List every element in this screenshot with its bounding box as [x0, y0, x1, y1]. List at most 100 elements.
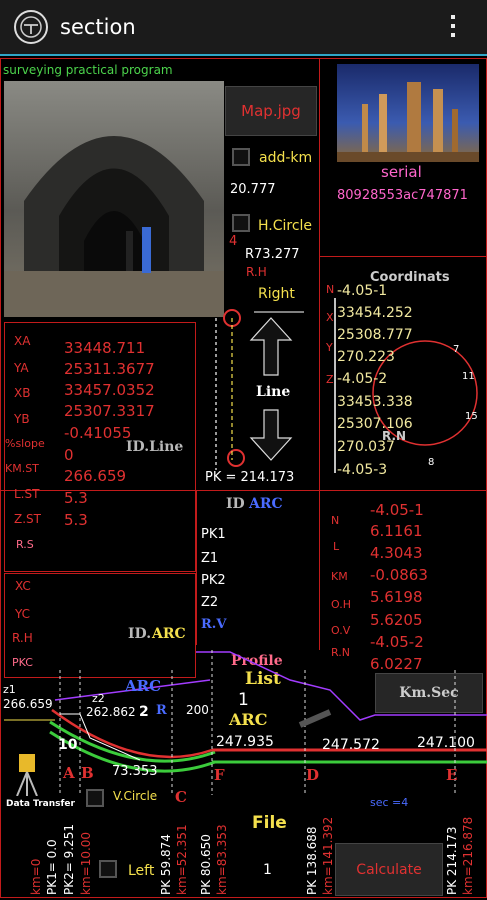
km-axis-label: km=141.392	[321, 816, 335, 895]
pk-item[interactable]: PK2	[201, 574, 226, 587]
id-arc-top-id: ID	[226, 496, 245, 512]
point-label: E	[446, 766, 458, 784]
line-value-input[interactable]: 5.3	[64, 513, 88, 528]
coord-value: 33454.252	[337, 305, 413, 321]
value-20777: 20.777	[230, 182, 276, 197]
coord-value: 33453.338	[337, 394, 413, 410]
z1-label: z1	[3, 683, 16, 696]
km-axis-label: km=83.353	[215, 824, 229, 895]
line-label: XA	[14, 334, 31, 348]
divider-h1	[320, 256, 487, 257]
left-label: Left	[128, 863, 155, 879]
h-circle-checkbox[interactable]	[232, 214, 250, 232]
graph-v200: 200	[186, 703, 209, 717]
line-value-input[interactable]: 33448.711	[64, 341, 145, 356]
v-circle-checkbox[interactable]	[86, 789, 104, 807]
point-label: A	[63, 764, 75, 782]
sec-label: sec =4	[370, 796, 409, 809]
left-checkbox[interactable]	[99, 860, 117, 878]
graph-two: 2	[139, 704, 149, 720]
app-logo-icon[interactable]	[14, 10, 48, 44]
h-circle-label: H.Circle	[258, 218, 313, 234]
km-axis-label: km=52.351	[175, 824, 189, 895]
survey-instrument-icon[interactable]	[12, 752, 42, 797]
coord-value: 25308.777	[337, 327, 413, 343]
result-label: L	[333, 540, 340, 553]
result-label: O.V	[331, 624, 351, 637]
coord-value: -4.05-1	[337, 283, 388, 299]
result-value: 5.6205	[370, 611, 423, 629]
line-value-input[interactable]: 0	[64, 448, 74, 463]
circle-number: 7	[453, 344, 460, 355]
result-value: 6.1161	[370, 522, 423, 540]
calculate-button[interactable]: Calculate	[335, 843, 443, 896]
line-value-input[interactable]: 266.659	[64, 469, 126, 484]
point-label: D	[306, 766, 320, 784]
file-button[interactable]: File	[252, 815, 287, 832]
divider-v3	[319, 490, 320, 650]
coordinats-rn: R.N	[382, 429, 407, 443]
pk-item[interactable]: Z1	[201, 552, 218, 565]
line-value-input[interactable]: -0.41055	[64, 426, 131, 441]
elevation: 247.935	[216, 734, 274, 750]
km-axis-label: PK 59.874	[159, 834, 173, 895]
z1-value: 266.659	[3, 697, 53, 711]
circle-number: 15	[465, 411, 478, 422]
banner-text: surveying practical program	[3, 63, 173, 77]
line-value-input[interactable]: 5.3	[64, 491, 88, 506]
circle-number: 11	[462, 371, 475, 382]
id-line-label: ID.Line	[126, 439, 184, 455]
id-arc-arc: ARC	[152, 626, 186, 642]
elevation: 247.572	[322, 737, 380, 753]
point-label: B	[81, 764, 94, 782]
pk-item[interactable]: Z2	[201, 596, 218, 609]
km-axis-label: km=0	[29, 858, 43, 895]
km-axis-label: km=216.878	[461, 816, 475, 895]
line-label: L.ST	[14, 487, 40, 501]
result-label: KM	[331, 570, 348, 583]
overflow-menu-icon[interactable]	[446, 12, 460, 42]
serial-label: serial	[381, 163, 422, 181]
line-value-input[interactable]: 25311.3677	[64, 362, 155, 377]
coord-value: 270.223	[337, 349, 395, 365]
divider-v2	[196, 490, 197, 645]
circle-number: 8	[428, 457, 435, 468]
add-km-label: add-km	[259, 150, 313, 166]
line-value-input[interactable]: 33457.0352	[64, 383, 155, 398]
coord-value: -4.05-2	[337, 371, 388, 387]
graph-r-value: 73.353	[112, 764, 158, 779]
graph-r-label: R	[156, 703, 167, 718]
km-axis-label: PK1= 0.0	[45, 839, 59, 895]
km-axis-label: PK2= 9.251	[62, 824, 76, 895]
result-label: O.H	[331, 598, 351, 611]
point-label: C	[175, 788, 187, 806]
line-label: %slope	[5, 437, 45, 450]
km-axis-label: km=10.00	[79, 831, 93, 895]
tunnel-photo	[4, 81, 224, 317]
result-value: 5.6198	[370, 588, 423, 606]
result-label: N	[331, 514, 340, 527]
coord-letter-x: X	[326, 311, 334, 324]
line-label: YA	[14, 361, 29, 375]
pk-item[interactable]: PK1	[201, 528, 226, 541]
map-button[interactable]: Map.jpg	[225, 86, 317, 136]
id-arc-id: ID.	[128, 626, 152, 642]
point-label: F	[214, 766, 225, 784]
right-label: Right	[258, 286, 295, 302]
graph-ten: 10	[58, 737, 78, 753]
arc-label: XC	[15, 579, 31, 593]
z2-label: z2	[92, 692, 105, 705]
line-label: XB	[14, 386, 31, 400]
add-km-checkbox[interactable]	[232, 148, 250, 166]
data-transfer-label[interactable]: Data Transfer	[6, 800, 75, 809]
line-value-input[interactable]: 25307.3317	[64, 404, 155, 419]
coord-letter-y: Y	[326, 341, 333, 354]
coord-value: -4.05-3	[337, 462, 388, 478]
arc-label: YC	[15, 607, 31, 621]
graph-arc-label: ARC	[125, 677, 162, 695]
pk-label: PK = 214.173	[205, 470, 295, 485]
line-label: Z.ST	[14, 512, 41, 526]
km-axis-label: PK 138.688	[305, 826, 319, 895]
coord-letter-n: N	[326, 283, 335, 296]
serial-value: 80928553ac747871	[337, 188, 468, 203]
